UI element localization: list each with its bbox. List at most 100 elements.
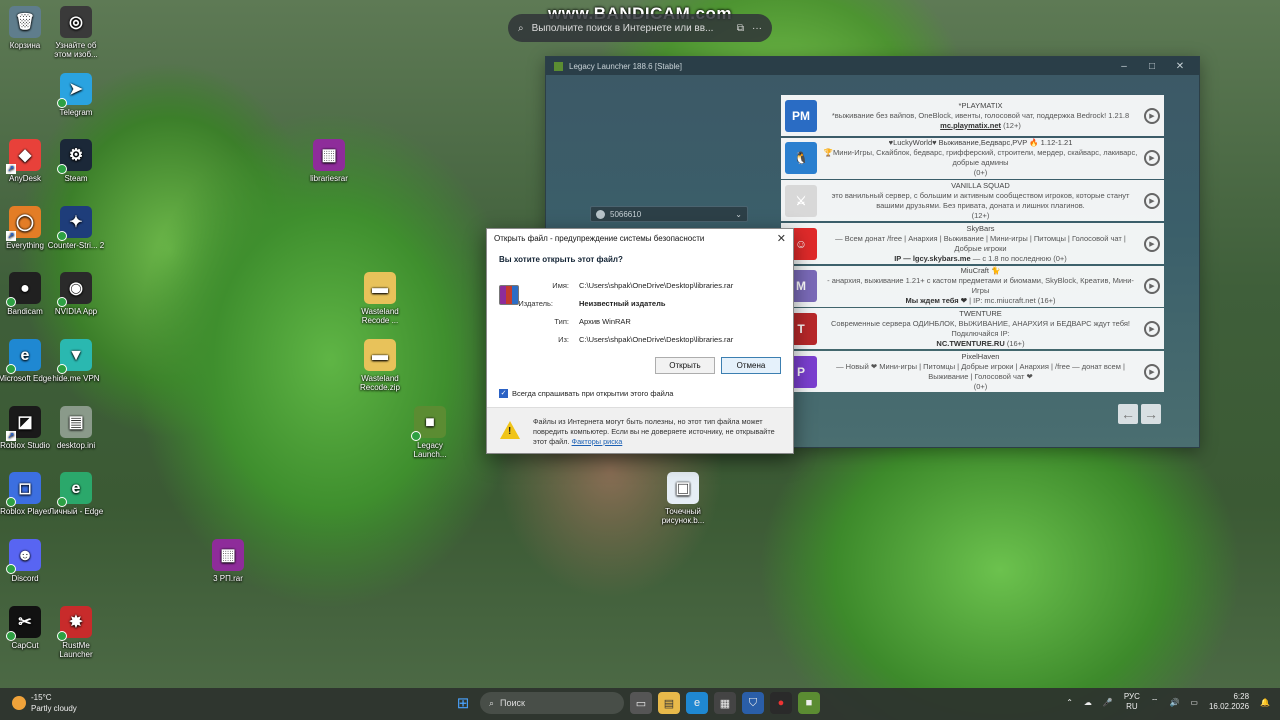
start-icon[interactable]: ⊞ <box>452 692 474 714</box>
desktop-icon[interactable]: ◯ ↗ Everything <box>0 206 54 250</box>
open-button[interactable]: Открыть <box>655 357 715 374</box>
language-indicator[interactable]: РУС RU <box>1124 692 1140 712</box>
desktop-icon-label: desktop.ini <box>56 441 96 450</box>
type-row: Тип: Архив WinRAR <box>489 317 630 326</box>
server-name: VANILLA SQUAD <box>951 180 1010 190</box>
server-name: PixelHaven <box>961 351 1000 361</box>
play-icon[interactable]: ▶ <box>1144 363 1160 380</box>
minimize-icon[interactable]: – <box>1113 61 1135 72</box>
store-icon[interactable]: ▦ <box>714 692 736 714</box>
desktop-icon[interactable]: ☻ Discord <box>0 539 54 583</box>
server-extra: | IP: mc.miucraft.net (16+) <box>969 296 1056 306</box>
desktop-icon-label: Точечный рисунок.b... <box>661 507 705 525</box>
server-description: Современные сервера ОДИНБЛОК, ВЫЖИВАНИЕ,… <box>830 318 1131 338</box>
task-view-icon[interactable]: ▭ <box>630 692 652 714</box>
from-row: Из: C:\Users\shpak\OneDrive\Desktop\libr… <box>489 335 733 344</box>
search-icon: ⌕ <box>518 22 524 34</box>
play-icon[interactable]: ▶ <box>1144 107 1160 124</box>
onedrive-icon[interactable]: ☁ <box>1084 698 1092 707</box>
desktop-icon[interactable]: 🗑 Корзина <box>0 6 54 50</box>
search-icon: ◯ ↗ <box>6 206 41 241</box>
sync-status-icon <box>57 631 67 641</box>
desktop-icon[interactable]: ▬ Wasteland Recode.zip <box>351 339 409 392</box>
arrow-right-icon[interactable]: → <box>1141 404 1161 424</box>
roblox-studio-icon: ◪ ↗ <box>6 406 41 441</box>
taskbar-search[interactable]: ⌕ Поиск <box>480 692 624 714</box>
browser-search-bar[interactable]: ⌕ Выполните поиск в Интернете или вв... … <box>508 14 772 42</box>
desktop-icon[interactable]: ◉ NVIDIA App <box>47 272 105 316</box>
desktop-icon[interactable]: ▼ hide.me VPN <box>47 339 105 383</box>
maximize-icon[interactable]: □ <box>1141 61 1163 72</box>
desktop-icon[interactable]: e Microsoft Edge <box>0 339 54 383</box>
close-icon[interactable]: ✕ <box>777 232 786 245</box>
launcher-title: Legacy Launcher 188.6 [Stable] <box>569 61 682 71</box>
server-info: MiuCraft 🐈 - анархия, выживание 1.21+ с к… <box>823 266 1138 306</box>
risk-factors-link[interactable]: Факторы риска <box>572 437 623 446</box>
desktop-icon[interactable]: ✂ CapCut <box>0 606 54 650</box>
server-row[interactable]: ⚔ VANILLA SQUAD это ванильный сервер, с бо… <box>781 180 1164 222</box>
publisher-link[interactable]: Неизвестный издатель <box>579 299 665 308</box>
desktop-icon-label: AnyDesk <box>8 174 41 183</box>
desktop-icon[interactable]: e Личный - Edge <box>47 472 105 516</box>
desktop-icon[interactable]: ▤ desktop.ini <box>47 406 105 450</box>
weather-widget[interactable]: -15°C Partly cloudy <box>12 692 77 714</box>
arrow-left-icon[interactable]: ← <box>1118 404 1138 424</box>
checkmark-icon[interactable]: ✓ <box>499 389 508 398</box>
desktop-icon[interactable]: ▦ librariesrar <box>300 139 358 183</box>
server-row[interactable]: ☺ SkyBars — Всем донат /free | Анархия | В… <box>781 223 1164 265</box>
desktop-icon[interactable]: ◎ Узнайте об этом изоб... <box>47 6 105 59</box>
server-info: ♥LuckyWorld♥ Выживание,Бедварс,PVP 🔥 1.1… <box>823 138 1138 178</box>
file-explorer-icon[interactable]: ▤ <box>658 692 680 714</box>
desktop-icon[interactable]: ✸ RustMe Launcher <box>47 606 105 659</box>
server-extra: — с 1.8 по последнюю (0+) <box>972 253 1067 263</box>
desktop-icon-label: Roblox Player <box>0 507 50 516</box>
clock[interactable]: 6:28 16.02.2026 <box>1209 692 1249 712</box>
cancel-button[interactable]: Отмена <box>721 357 781 374</box>
desktop-icon[interactable]: ◻ Roblox Player <box>0 472 54 516</box>
desktop-icon[interactable]: ✦ Counter-Stri... 2 <box>47 206 105 250</box>
play-icon[interactable]: ▶ <box>1144 192 1160 209</box>
desktop-icon[interactable]: ▣ Точечный рисунок.b... <box>654 472 712 525</box>
server-info: *PLAYMATIX *выживание без вайпов, OneBloc… <box>823 101 1138 131</box>
network-icon[interactable]: ⌔ <box>1151 697 1159 707</box>
close-icon[interactable]: ✕ <box>1169 61 1191 72</box>
desktop-icon[interactable]: ▬ Wasteland Recode ... <box>351 272 409 325</box>
play-icon[interactable]: ▶ <box>1144 235 1160 252</box>
desktop-icon[interactable]: ◪ ↗ Roblox Studio <box>0 406 54 450</box>
edge-icon: e <box>6 339 41 374</box>
server-row[interactable]: 🐧 ♥LuckyWorld♥ Выживание,Бедварс,PVP 🔥 1.… <box>781 137 1164 179</box>
server-info: TWENTURE Современные сервера ОДИНБЛОК, ВЫ… <box>823 309 1138 349</box>
play-icon[interactable]: ▶ <box>1144 278 1160 295</box>
counter-strike-icon: ✦ <box>57 206 92 241</box>
always-ask-checkbox[interactable]: ✓ Всегда спрашивать при открытии этого ф… <box>499 389 673 398</box>
weather-desc: Partly cloudy <box>31 704 77 713</box>
minecraft-icon[interactable]: ■ <box>798 692 820 714</box>
more-icon[interactable]: ··· <box>752 23 762 34</box>
server-row[interactable]: M MiuCraft 🐈 - анархия, выживание 1.21+ с … <box>781 265 1164 307</box>
image-search-icon[interactable]: ⧉ <box>737 23 744 34</box>
account-select[interactable]: 5066610 ⌄ <box>590 206 748 222</box>
play-icon[interactable]: ▶ <box>1144 150 1160 167</box>
bandicam-icon[interactable]: ● <box>770 692 792 714</box>
record-icon: ● <box>6 272 41 307</box>
edge-icon[interactable]: e <box>686 692 708 714</box>
server-row[interactable]: P PixelHaven — Новый ❤ Мини-игры | Питомцы… <box>781 351 1164 393</box>
server-row[interactable]: PM *PLAYMATIX *выживание без вайпов, OneBl… <box>781 95 1164 136</box>
desktop-icon[interactable]: ⚙ Steam <box>47 139 105 183</box>
desktop-icon[interactable]: ◆ ↗ AnyDesk <box>0 139 54 183</box>
play-icon[interactable]: ▶ <box>1144 320 1160 337</box>
battery-icon[interactable]: ▭ <box>1190 698 1198 707</box>
microphone-icon[interactable]: 🎤 <box>1103 698 1113 707</box>
desktop-icon[interactable]: ■ Legacy Launch... <box>401 406 459 459</box>
server-logo-icon: 🐧 <box>785 142 817 175</box>
server-info: PixelHaven — Новый ❤ Мини-игры | Питомцы … <box>823 352 1138 392</box>
volume-icon[interactable]: 🔊 <box>1169 698 1179 707</box>
desktop-icon[interactable]: ▦ 3 РП.rar <box>199 539 257 583</box>
server-row[interactable]: T TWENTURE Современные сервера ОДИНБЛОК, В… <box>781 308 1164 350</box>
desktop-icon[interactable]: ➤ Telegram <box>47 73 105 117</box>
chevron-up-icon[interactable]: ⌃ <box>1066 698 1073 707</box>
server-list: PM *PLAYMATIX *выживание без вайпов, OneBl… <box>781 95 1164 394</box>
defender-icon[interactable]: ⛉ <box>742 692 764 714</box>
notifications-icon[interactable]: 🔔 <box>1260 698 1270 707</box>
desktop-icon[interactable]: ● Bandicam <box>0 272 54 316</box>
